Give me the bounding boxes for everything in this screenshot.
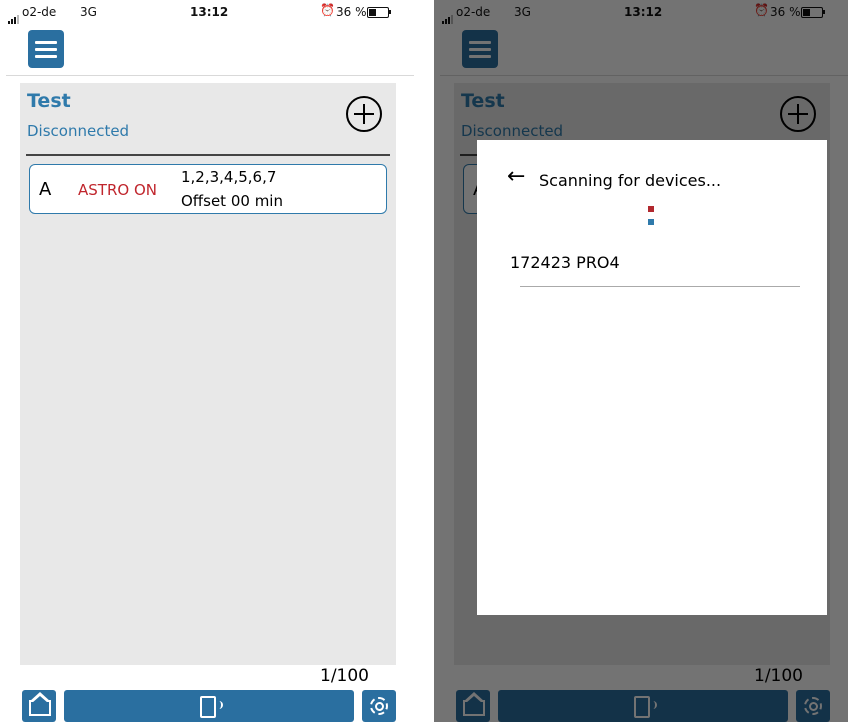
menu-button[interactable]	[28, 30, 64, 68]
found-device-item[interactable]: 172423 PRO4	[510, 253, 620, 272]
home-button[interactable]	[22, 690, 56, 722]
scan-dialog: ← Scanning for devices... 172423 PRO4	[477, 140, 827, 615]
list-divider	[520, 286, 800, 287]
back-arrow-icon[interactable]: ←	[507, 166, 525, 188]
alarm-icon: ⏰	[320, 3, 335, 17]
status-bar: o2-de 3G 13:12 ⏰ 36 %	[0, 0, 414, 24]
program-channel: A	[39, 179, 52, 200]
battery-tip	[389, 10, 391, 14]
clock: 13:12	[190, 5, 229, 19]
battery-percent: 36 %	[336, 5, 367, 19]
program-card[interactable]: A ASTRO ON 1,2,3,4,5,6,7 Offset 00 min	[29, 164, 387, 214]
signal-icon	[8, 10, 20, 24]
program-offset: Offset 00 min	[181, 192, 283, 210]
connect-button[interactable]	[64, 690, 354, 722]
device-title: Test	[27, 90, 71, 112]
battery-icon	[367, 7, 389, 18]
add-program-button[interactable]	[346, 96, 382, 132]
dialog-title: Scanning for devices...	[539, 171, 722, 190]
header-divider	[6, 75, 414, 76]
settings-button[interactable]	[362, 690, 396, 722]
scan-screen: o2-de 3G 13:12 ⏰ 36 % Test Disconnected …	[434, 0, 848, 722]
program-counter: 1/100	[320, 666, 369, 686]
program-days: 1,2,3,4,5,6,7	[181, 168, 277, 186]
network-type: 3G	[80, 5, 97, 19]
program-mode: ASTRO ON	[78, 181, 157, 199]
carrier-name: o2-de	[22, 5, 57, 19]
main-screen: o2-de 3G 13:12 ⏰ 36 % Test Disconnected …	[0, 0, 414, 722]
connection-status: Disconnected	[27, 122, 130, 140]
panel-divider	[26, 154, 390, 156]
loading-indicator-blue	[648, 219, 654, 225]
device-panel: Test Disconnected A ASTRO ON 1,2,3,4,5,6…	[20, 83, 396, 665]
loading-indicator-red	[648, 206, 654, 212]
